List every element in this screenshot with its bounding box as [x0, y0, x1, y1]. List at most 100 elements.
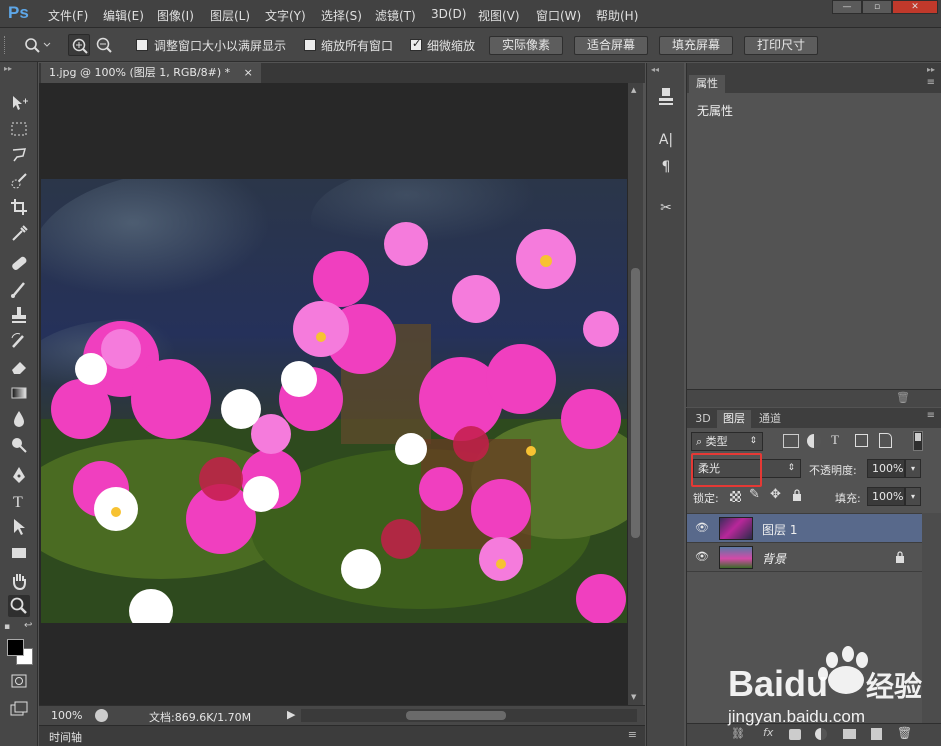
- fit-screen-button[interactable]: 适合屏幕: [574, 36, 648, 55]
- screen-mode-icon[interactable]: [8, 698, 30, 720]
- filter-adjustment-icon[interactable]: [807, 434, 821, 448]
- crop-tool-icon[interactable]: [8, 196, 30, 218]
- brush-tool-icon[interactable]: [8, 278, 30, 300]
- gradient-tool-icon[interactable]: [8, 382, 30, 404]
- layer-name[interactable]: 图层 1: [762, 521, 797, 538]
- scroll-up-icon[interactable]: ▲: [631, 86, 636, 94]
- move-tool-icon[interactable]: [8, 92, 30, 114]
- properties-tab[interactable]: 属性: [689, 75, 725, 93]
- tab-channels[interactable]: 通道: [753, 410, 787, 428]
- foreground-color-swatch[interactable]: [7, 639, 24, 656]
- minimize-button[interactable]: —: [832, 0, 862, 14]
- menu-filter[interactable]: 滤镜(T): [375, 7, 416, 24]
- resize-windows-checkbox[interactable]: [136, 39, 148, 51]
- collapse-arrows-icon[interactable]: ▸▸: [4, 64, 12, 73]
- menu-edit[interactable]: 编辑(E): [103, 7, 144, 24]
- hand-tool-icon[interactable]: [8, 570, 30, 592]
- document-info-icon[interactable]: [95, 709, 108, 722]
- grip-handle[interactable]: [4, 36, 9, 54]
- character-panel-icon[interactable]: A|: [654, 129, 678, 151]
- scrubby-zoom-checkbox[interactable]: [410, 37, 422, 51]
- menu-help[interactable]: 帮助(H): [596, 7, 638, 24]
- lock-transparency-icon[interactable]: [730, 491, 741, 502]
- tool-presets-icon[interactable]: ✂: [654, 197, 678, 219]
- healing-brush-tool-icon[interactable]: [8, 252, 30, 274]
- lock-all-icon[interactable]: [792, 489, 802, 501]
- canvas-area[interactable]: [39, 83, 628, 705]
- fill-dropdown-icon[interactable]: ▾: [905, 487, 921, 506]
- properties-trash-icon[interactable]: 🗑: [896, 391, 910, 404]
- actual-pixels-button[interactable]: 实际像素: [489, 36, 563, 55]
- print-size-button[interactable]: 打印尺寸: [744, 36, 818, 55]
- filter-pixel-icon[interactable]: [783, 434, 799, 448]
- timeline-label[interactable]: 时间轴: [49, 729, 82, 745]
- layer-name[interactable]: 背景: [762, 550, 786, 567]
- lock-position-icon[interactable]: ✥: [770, 487, 781, 502]
- history-brush-tool-icon[interactable]: [8, 330, 30, 352]
- default-colors-icon[interactable]: ▪: [4, 622, 10, 632]
- horizontal-scroll-thumb[interactable]: [406, 711, 506, 720]
- panel-menu-icon[interactable]: ≡: [628, 728, 637, 741]
- menu-window[interactable]: 窗口(W): [536, 7, 581, 24]
- maximize-button[interactable]: ▫: [862, 0, 892, 14]
- quick-mask-icon[interactable]: [8, 670, 30, 692]
- type-tool-icon[interactable]: T: [8, 490, 30, 512]
- expand-dock-icon[interactable]: ◂◂: [651, 65, 659, 74]
- vertical-scroll-thumb[interactable]: [631, 268, 640, 538]
- menu-layer[interactable]: 图层(L): [210, 7, 250, 24]
- zoom-level[interactable]: 100%: [51, 709, 82, 722]
- menu-view[interactable]: 视图(V): [478, 7, 520, 24]
- history-panel-icon[interactable]: [654, 85, 678, 107]
- dodge-tool-icon[interactable]: [8, 434, 30, 456]
- blur-tool-icon[interactable]: [8, 408, 30, 430]
- path-selection-tool-icon[interactable]: [8, 516, 30, 538]
- close-tab-icon[interactable]: ×: [244, 66, 253, 79]
- vertical-scrollbar[interactable]: ▲ ▼: [628, 83, 643, 705]
- layer-row[interactable]: 👁 背景: [687, 543, 922, 572]
- layers-menu-icon[interactable]: ≡: [927, 410, 935, 421]
- filter-type-icon[interactable]: T: [831, 432, 839, 448]
- clone-stamp-tool-icon[interactable]: [8, 304, 30, 326]
- swap-colors-icon[interactable]: ↩: [24, 620, 32, 631]
- close-button[interactable]: ✕: [892, 0, 938, 14]
- rectangle-tool-icon[interactable]: [8, 542, 30, 564]
- filter-toggle-switch[interactable]: [913, 431, 923, 451]
- layer-lock-icon[interactable]: [895, 551, 905, 566]
- fill-screen-button[interactable]: 填充屏幕: [659, 36, 733, 55]
- layer-row[interactable]: 👁 图层 1: [687, 514, 922, 543]
- opacity-dropdown-icon[interactable]: ▾: [905, 459, 921, 478]
- menu-select[interactable]: 选择(S): [321, 7, 362, 24]
- lasso-tool-icon[interactable]: [8, 144, 30, 166]
- fill-input[interactable]: 100%: [867, 487, 905, 506]
- eraser-tool-icon[interactable]: [8, 356, 30, 378]
- tab-3d[interactable]: 3D: [691, 410, 715, 428]
- menu-image[interactable]: 图像(I): [157, 7, 194, 24]
- menu-3d[interactable]: 3D(D): [431, 7, 466, 21]
- collapse-panel-icon[interactable]: ▸▸: [927, 65, 935, 74]
- status-menu-arrow-icon[interactable]: ▶: [287, 708, 295, 721]
- visibility-eye-icon[interactable]: 👁: [695, 521, 709, 534]
- scroll-down-icon[interactable]: ▼: [631, 693, 636, 701]
- zoom-in-icon[interactable]: [68, 34, 90, 56]
- properties-menu-icon[interactable]: ≡: [927, 77, 935, 88]
- zoom-out-icon[interactable]: [93, 34, 115, 56]
- menu-file[interactable]: 文件(F): [48, 7, 88, 24]
- pen-tool-icon[interactable]: [8, 464, 30, 486]
- zoom-tool-preset-icon[interactable]: [22, 35, 52, 55]
- opacity-input[interactable]: 100%: [867, 459, 905, 478]
- zoom-all-checkbox[interactable]: [304, 39, 316, 51]
- canvas-image[interactable]: [41, 179, 627, 623]
- quick-selection-tool-icon[interactable]: [8, 170, 30, 192]
- paragraph-panel-icon[interactable]: ¶: [654, 156, 678, 178]
- timeline-panel-bar[interactable]: 时间轴 ≡: [39, 725, 645, 746]
- visibility-eye-icon[interactable]: 👁: [695, 550, 709, 563]
- zoom-tool-icon[interactable]: [8, 595, 30, 617]
- filter-smart-object-icon[interactable]: [879, 433, 892, 448]
- marquee-tool-icon[interactable]: [8, 118, 30, 140]
- horizontal-scrollbar[interactable]: [301, 709, 637, 722]
- document-tab[interactable]: 1.jpg @ 100% (图层 1, RGB/8#) * ×: [41, 63, 261, 83]
- layer-filter-select[interactable]: ⌕ 类型 ⇕: [691, 432, 763, 451]
- eyedropper-tool-icon[interactable]: [8, 222, 30, 244]
- tab-layers[interactable]: 图层: [717, 410, 751, 428]
- menu-type[interactable]: 文字(Y): [265, 7, 306, 24]
